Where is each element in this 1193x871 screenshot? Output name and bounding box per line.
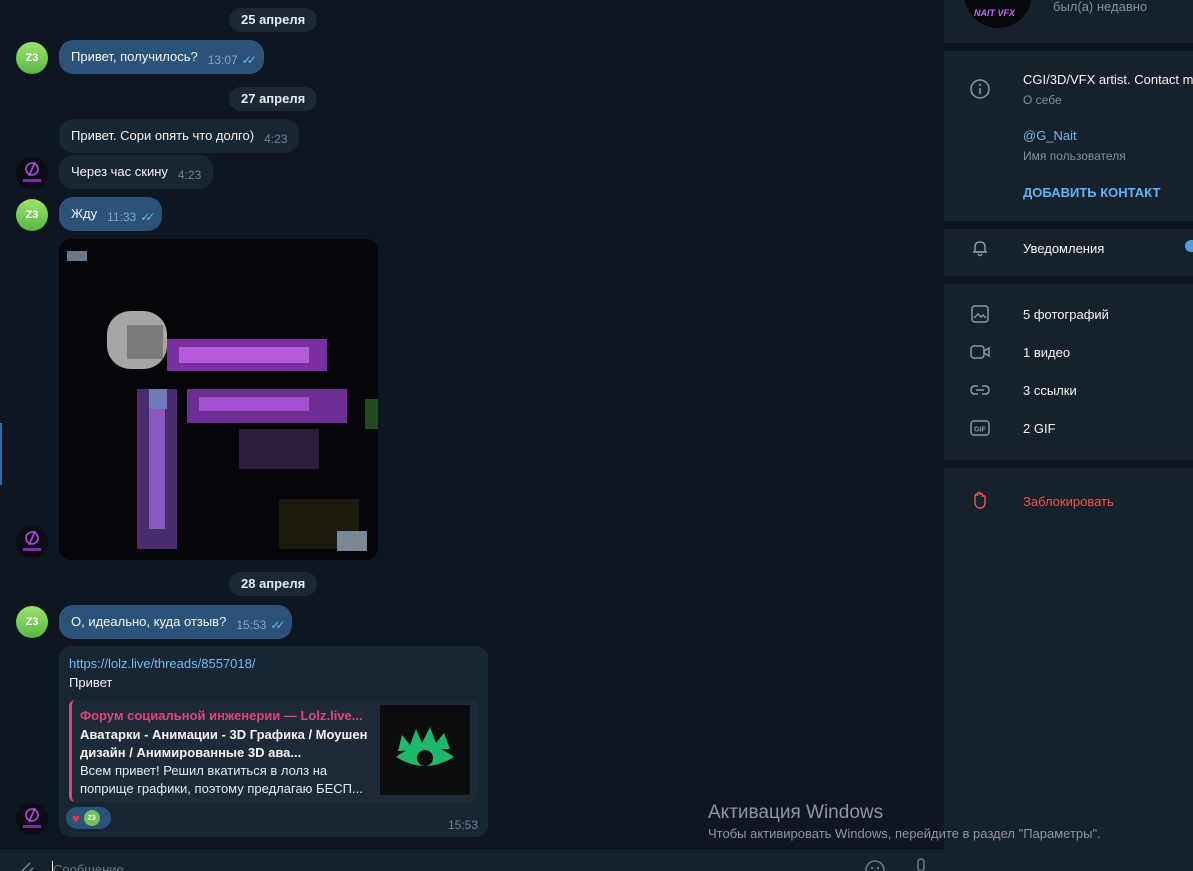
divider (944, 276, 1193, 284)
preview-thumbnail (380, 705, 470, 795)
lolz-eye-icon (396, 727, 454, 766)
message-bubble-outgoing[interactable]: О, идеально, куда отзыв? 15:53 ✓✓ (59, 605, 293, 639)
read-receipt-icon: ✓✓ (270, 618, 285, 632)
message-bubble-incoming[interactable]: Привет. Сори опять что долго) 4:23 (59, 119, 300, 153)
message-text: Привет (69, 675, 113, 690)
heart-reaction-icon: ♥ (72, 810, 80, 826)
read-receipt-icon: ✓✓ (241, 53, 257, 67)
message-bubble-outgoing[interactable]: Жду 11:33 ✓✓ (59, 197, 163, 231)
message-input[interactable]: Сообщение (53, 862, 124, 871)
windows-activation-subtitle: Чтобы активировать Windows, перейдите в … (708, 826, 1101, 841)
avatar-nait[interactable] (16, 526, 48, 558)
message-text: Привет, получилось? (71, 49, 198, 64)
attach-icon[interactable] (18, 859, 36, 871)
message-text: Привет. Сори опять что долго) (71, 128, 255, 143)
divider (944, 43, 1193, 51)
preview-title: Аватарки - Анимации - 3D Графика / Моуше… (80, 727, 368, 760)
reactions[interactable]: ♥ Z3 (66, 807, 111, 829)
message-time: 15:53 (236, 618, 267, 632)
block-hand-icon (974, 491, 986, 509)
read-receipt-icon: ✓✓ (140, 210, 155, 224)
message-input-bar[interactable]: Сообщение (0, 848, 944, 871)
profile-avatar[interactable]: NAIT VFX (964, 0, 1032, 28)
profile-username-label: Имя пользователя (1023, 149, 1126, 163)
divider (944, 460, 1193, 468)
message-time: 11:33 (107, 210, 137, 224)
message-bubble-incoming[interactable]: Через час скину 4:23 (59, 155, 214, 189)
video-icon (970, 345, 990, 359)
gif-icon: GIF (970, 420, 990, 436)
message-text: О, идеально, куда отзыв? (71, 614, 227, 629)
message-text: Жду (71, 206, 98, 221)
photo-message[interactable] (59, 239, 378, 560)
profile-bio: CGI/3D/VFX artist. Contact m (1023, 72, 1193, 87)
profile-username[interactable]: @G_Nait (1023, 128, 1077, 143)
avatar-z3[interactable]: Z3 (16, 606, 48, 638)
bell-icon (973, 241, 987, 257)
date-separator: 28 апреля (229, 572, 318, 596)
avatar-z3[interactable]: Z3 (16, 42, 48, 74)
photo-icon (971, 305, 989, 323)
media-photos[interactable]: 5 фотографий (1023, 307, 1109, 322)
notifications-toggle[interactable] (1185, 240, 1193, 252)
profile-bio-label: О себе (1023, 93, 1062, 107)
reaction-avatar: Z3 (83, 810, 100, 826)
preview-site-name: Форум социальной инженерии — Lolz.live..… (80, 708, 363, 723)
avatar-nait[interactable] (16, 803, 48, 835)
message-time: 4:23 (177, 168, 202, 182)
date-separator: 25 апреля (229, 8, 318, 32)
microphone-icon[interactable] (912, 858, 930, 871)
windows-activation-title: Активация Windows (708, 802, 884, 823)
preview-description: Всем привет! Решил вкатиться в лолз на п… (80, 763, 363, 796)
scroll-indicator (0, 423, 2, 485)
media-videos[interactable]: 1 видео (1023, 345, 1070, 360)
notifications-label: Уведомления (1023, 241, 1105, 256)
add-contact-button[interactable]: ДОБАВИТЬ КОНТАКТ (1023, 185, 1160, 200)
avatar-z3[interactable]: Z3 (16, 199, 48, 231)
info-icon (970, 79, 990, 99)
link-icon (970, 385, 990, 395)
link-preview[interactable]: Форум социальной инженерии — Lolz.live..… (69, 700, 477, 802)
svg-text:GIF: GIF (974, 427, 986, 434)
nait-logo-icon (23, 530, 41, 551)
message-text: Через час скину (71, 164, 168, 179)
block-user-button[interactable]: Заблокировать (1023, 494, 1114, 509)
date-separator: 27 апреля (229, 87, 318, 111)
nait-logo-icon (23, 807, 41, 828)
nait-logo-icon (23, 161, 41, 182)
message-bubble-outgoing[interactable]: Привет, получилось? 13:07 ✓✓ (59, 40, 264, 74)
profile-status: был(а) недавно (1053, 0, 1148, 14)
media-gifs[interactable]: 2 GIF (1023, 421, 1056, 436)
message-time: 15:53 (447, 818, 478, 832)
media-links[interactable]: 3 ссылки (1023, 383, 1077, 398)
link-message-bubble[interactable]: https://lolz.live/threads/8557018/ Приве… (59, 646, 488, 837)
profile-panel: NAIT VFX был(а) недавно CGI/3D/VFX artis… (944, 0, 1193, 871)
chat-area: 25 апреля Z3 Привет, получилось? 13:07 ✓✓ … (0, 0, 944, 848)
emoji-icon[interactable] (864, 859, 886, 871)
profile-avatar-label: NAIT VFX (974, 8, 1016, 18)
divider (944, 221, 1193, 229)
avatar-nait[interactable] (16, 157, 48, 189)
message-time: 4:23 (264, 132, 288, 146)
message-time: 13:07 (207, 53, 238, 67)
message-link[interactable]: https://lolz.live/threads/8557018/ (69, 656, 255, 671)
